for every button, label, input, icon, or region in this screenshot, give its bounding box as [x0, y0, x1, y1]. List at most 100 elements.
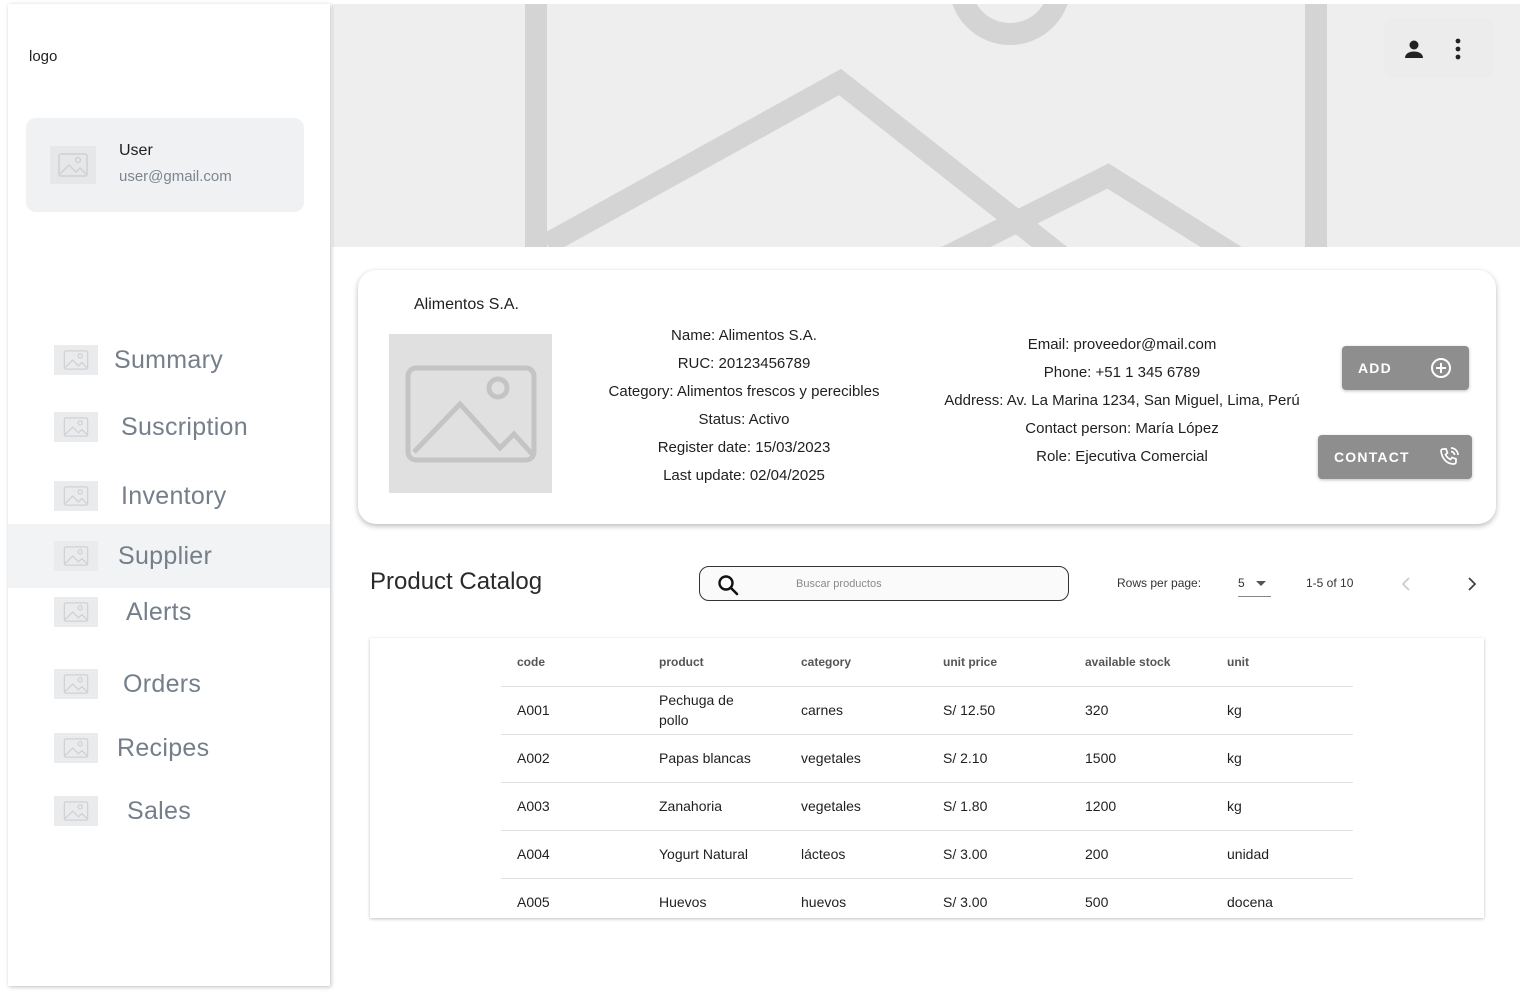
sidebar-item-recipes[interactable]: Recipes [8, 716, 330, 780]
cell-unit-price: S/ 3.00 [927, 878, 1069, 918]
phone-call-icon [1440, 447, 1459, 465]
sidebar-item-label: Supplier [118, 541, 213, 570]
cell-code: A001 [501, 686, 643, 735]
table-row[interactable]: A005 Huevos huevos S/ 3.00 500 docena [501, 878, 1353, 918]
page: logo User user@gmail.com Summary Suscrip… [0, 0, 1520, 998]
sidebar-item-supplier[interactable]: Supplier [8, 524, 330, 588]
supplier-role: Role: Ejecutiva Comercial [1036, 448, 1208, 465]
product-table: code product category unit price availab… [501, 638, 1353, 918]
cell-available-stock: 500 [1069, 878, 1211, 918]
column-header-available-stock[interactable]: available stock [1069, 638, 1211, 687]
avatar [50, 146, 96, 184]
cell-category: vegetales [785, 734, 927, 783]
add-circle-icon [1431, 358, 1451, 378]
sidebar-item-label: Suscription [121, 412, 248, 441]
product-table-card: code product category unit price availab… [370, 638, 1484, 918]
cell-available-stock: 1500 [1069, 734, 1211, 783]
cell-product: Huevos [643, 878, 785, 918]
user-name: User [119, 142, 153, 159]
cell-category: carnes [785, 686, 927, 735]
sidebar-item-alerts[interactable]: Alerts [8, 580, 330, 644]
rows-per-page-value: 5 [1238, 576, 1245, 590]
chevron-right-icon [1468, 577, 1477, 591]
search-box[interactable] [699, 566, 1069, 601]
cell-category: vegetales [785, 782, 927, 831]
top-actions [1384, 18, 1494, 78]
more-vert-icon [1455, 38, 1461, 60]
table-row[interactable]: A004 Yogurt Natural lácteos S/ 3.00 200 … [501, 830, 1353, 879]
contact-button[interactable]: CONTACT [1318, 435, 1472, 479]
supplier-ruc: RUC: 20123456789 [677, 355, 811, 372]
column-header-unit[interactable]: unit [1211, 638, 1353, 687]
table-row[interactable]: A003 Zanahoria vegetales S/ 1.80 1200 kg [501, 782, 1353, 831]
sidebar-item-orders[interactable]: Orders [8, 652, 330, 716]
image-placeholder-icon [54, 669, 98, 699]
column-header-category[interactable]: category [785, 638, 927, 687]
supplier-register-date: Register date: 15/03/2023 [657, 439, 831, 456]
cell-unit-price: S/ 12.50 [927, 686, 1069, 735]
search-input[interactable] [796, 575, 1046, 593]
cell-product: Papas blancas [643, 734, 785, 783]
chevron-left-icon [1401, 577, 1410, 591]
cell-code: A002 [501, 734, 643, 783]
image-placeholder-icon [405, 365, 536, 462]
table-row[interactable]: A002 Papas blancas vegetales S/ 2.10 150… [501, 734, 1353, 783]
more-options-button[interactable] [1448, 36, 1468, 62]
search-icon [718, 575, 739, 596]
sidebar-item-label: Recipes [117, 733, 210, 762]
table-row[interactable]: A001 Pechuga de pollo carnes S/ 12.50 32… [501, 686, 1353, 735]
column-header-unit-price[interactable]: unit price [927, 638, 1069, 687]
sidebar-item-suscription[interactable]: Suscription [8, 395, 330, 459]
supplier-phone: Phone: +51 1 345 6789 [1043, 364, 1201, 381]
cell-unit: kg [1211, 782, 1353, 831]
table-header-row: code product category unit price availab… [501, 638, 1353, 687]
supplier-status: Status: Activo [698, 411, 790, 428]
previous-page-button[interactable] [1394, 572, 1418, 596]
supplier-last-update: Last update: 02/04/2025 [663, 467, 825, 484]
logo: logo [29, 48, 58, 65]
sidebar-item-inventory[interactable]: Inventory [8, 464, 330, 528]
supplier-image [389, 334, 552, 493]
next-page-button[interactable] [1460, 572, 1484, 596]
user-card[interactable]: User user@gmail.com [26, 118, 304, 212]
column-header-product[interactable]: product [643, 638, 785, 687]
image-placeholder-icon [54, 412, 98, 442]
supplier-name: Name: Alimentos S.A. [671, 327, 817, 344]
cell-category: huevos [785, 878, 927, 918]
cell-product: Yogurt Natural [643, 830, 785, 879]
supplier-email: Email: proveedor@mail.com [1027, 336, 1217, 353]
dropdown-arrow-icon [1256, 581, 1266, 586]
cell-code: A004 [501, 830, 643, 879]
person-icon [1405, 40, 1423, 58]
account-button[interactable] [1400, 36, 1428, 62]
sidebar-item-summary[interactable]: Summary [8, 328, 330, 392]
cell-available-stock: 320 [1069, 686, 1211, 735]
cell-unit: kg [1211, 686, 1353, 735]
contact-button-label: CONTACT [1334, 449, 1410, 465]
add-button-label: ADD [1358, 360, 1392, 376]
cell-unit-price: S/ 2.10 [927, 734, 1069, 783]
image-placeholder-icon [525, 4, 1327, 247]
catalog-title: Product Catalog [370, 568, 543, 595]
supplier-title: Alimentos S.A. [414, 296, 519, 313]
sidebar: logo User user@gmail.com Summary Suscrip… [8, 4, 330, 986]
image-placeholder-icon [54, 345, 98, 375]
supplier-contact-person: Contact person: María López [1025, 420, 1219, 437]
add-button[interactable]: ADD [1342, 346, 1469, 390]
cell-category: lácteos [785, 830, 927, 879]
sidebar-item-label: Inventory [121, 481, 227, 510]
image-placeholder-icon [54, 541, 98, 571]
supplier-address: Address: Av. La Marina 1234, San Miguel,… [944, 392, 1300, 409]
sidebar-item-label: Sales [127, 796, 192, 825]
supplier-details: Name: Alimentos S.A. RUC: 20123456789 Ca… [584, 322, 904, 490]
sidebar-item-sales[interactable]: Sales [8, 779, 330, 843]
image-placeholder-icon [54, 733, 98, 763]
image-placeholder-icon [54, 597, 98, 627]
cell-unit: kg [1211, 734, 1353, 783]
sidebar-item-label: Summary [114, 345, 224, 374]
rows-per-page-select[interactable]: 5 [1238, 572, 1271, 597]
cell-unit: unidad [1211, 830, 1353, 879]
cell-unit-price: S/ 3.00 [927, 830, 1069, 879]
cell-code: A005 [501, 878, 643, 918]
column-header-code[interactable]: code [501, 638, 643, 687]
